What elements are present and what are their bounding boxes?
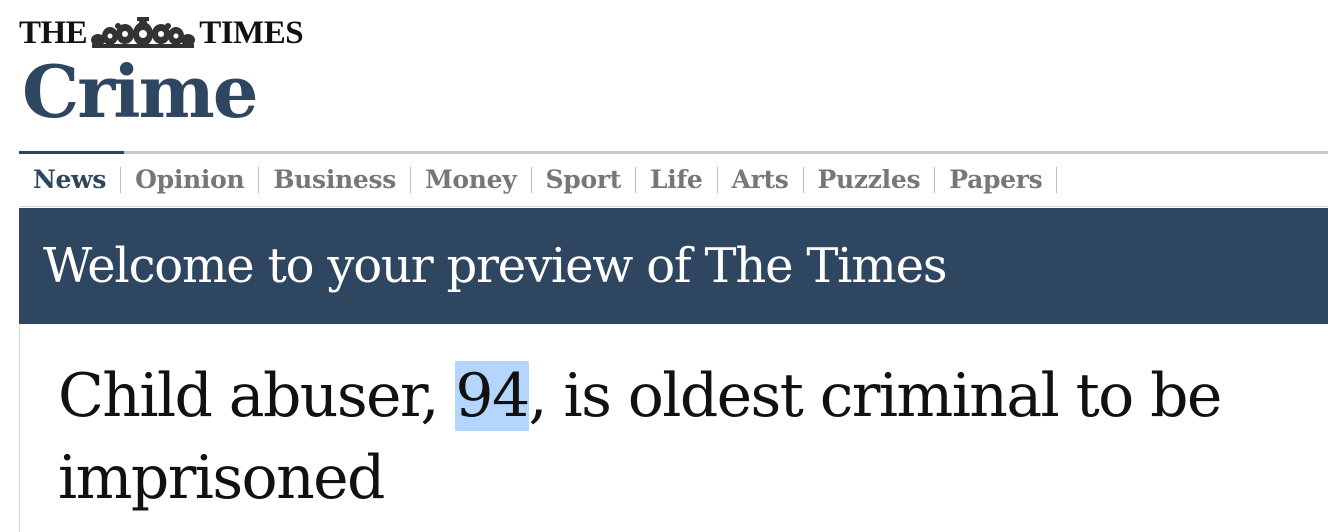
nav-item-news[interactable]: News [19, 166, 122, 194]
masthead-logo[interactable]: THE TIMES [19, 14, 304, 51]
nav-item-money[interactable]: Money [411, 166, 532, 194]
preview-banner-text: Welcome to your preview of The Times [43, 238, 947, 294]
nav-item-sport[interactable]: Sport [532, 166, 636, 194]
nav-item-puzzles[interactable]: Puzzles [804, 166, 936, 194]
section-title[interactable]: Crime [22, 52, 259, 131]
nav-item-arts[interactable]: Arts [718, 166, 804, 194]
masthead-the: THE [19, 14, 88, 51]
nav-item-life[interactable]: Life [636, 166, 718, 194]
masthead-times: TIMES [199, 14, 304, 51]
royal-crest-icon [91, 17, 196, 48]
article-headline[interactable]: Child abuser, 94, is oldest criminal to … [58, 355, 1318, 519]
main-nav: News Opinion Business Money Sport Life A… [19, 151, 1328, 207]
nav-active-indicator [19, 151, 124, 154]
nav-list: News Opinion Business Money Sport Life A… [19, 154, 1328, 206]
nav-item-opinion[interactable]: Opinion [121, 166, 260, 194]
nav-item-papers[interactable]: Papers [935, 166, 1058, 194]
preview-banner: Welcome to your preview of The Times [19, 208, 1328, 324]
headline-text-before: Child abuser, [58, 361, 456, 431]
headline-selected-text[interactable]: 94 [455, 361, 530, 431]
nav-item-business[interactable]: Business [259, 166, 412, 194]
